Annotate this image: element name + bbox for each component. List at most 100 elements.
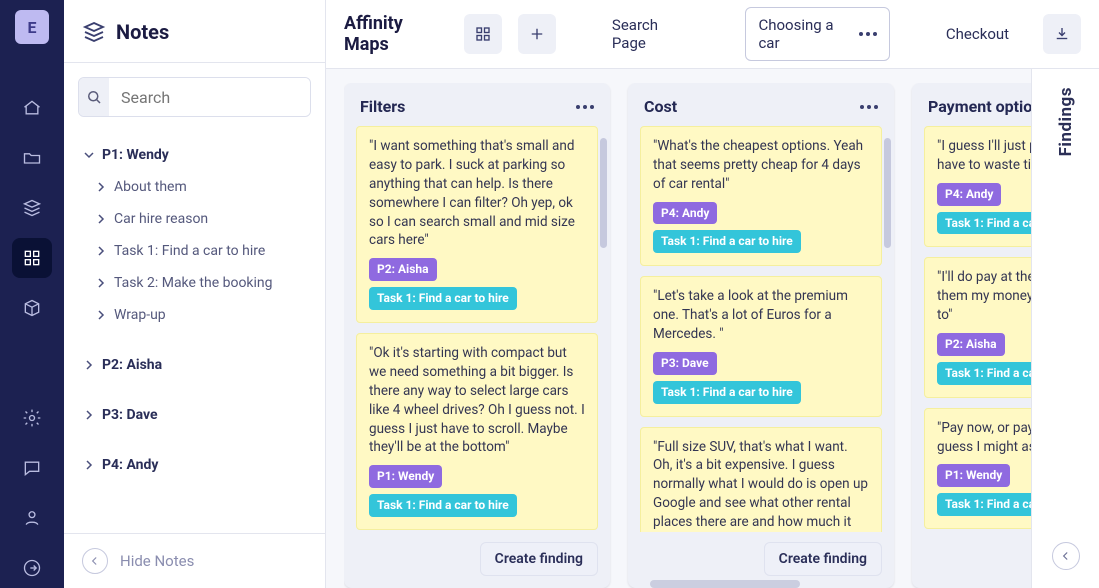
layers-icon [82,20,106,44]
column-menu-button[interactable] [860,105,878,109]
topbar: Affinity Maps Search Page Choosing a car… [326,0,1099,69]
horizontal-scrollbar[interactable] [326,580,1099,588]
chat-icon [22,458,42,478]
nav-chat[interactable] [12,448,52,488]
tree-label: Car hire reason [114,211,208,227]
tree-participant-p1[interactable]: P1: Wendy [78,139,311,171]
note-card[interactable]: "Let's take a look at the premium one. T… [640,276,882,416]
create-finding-button[interactable]: Create finding [480,542,598,576]
map-tab-label: Choosing a car [758,16,848,52]
notes-search [78,77,311,117]
note-text: "Full size SUV, that's what I want. Oh, … [653,438,869,532]
note-card[interactable]: "Full size SUV, that's what I want. Oh, … [640,427,882,532]
column-cost: Cost "What's the cheapest options. Yeah … [628,83,894,588]
more-icon[interactable] [859,32,877,36]
search-icon [85,88,103,106]
tag-task[interactable]: Task 1: Find a car to hire [653,381,801,404]
tag-participant[interactable]: P1: Wendy [369,465,442,488]
nav-stacks[interactable] [12,188,52,228]
nav-folder[interactable] [12,138,52,178]
search-input[interactable] [109,78,311,116]
grid-icon [474,25,492,43]
tree-label: Wrap-up [114,307,166,323]
findings-panel-collapsed[interactable]: Findings [1031,69,1099,588]
main-area: Affinity Maps Search Page Choosing a car… [326,0,1099,588]
note-text: "Let's take a look at the premium one. T… [653,287,869,344]
column-title: Cost [644,97,677,116]
export-button[interactable] [1043,14,1081,54]
note-card[interactable]: "Ok it's starting with compact but we ne… [356,333,598,530]
tag-participant[interactable]: P1: Wendy [937,464,1010,487]
tree-item-reason[interactable]: Car hire reason [78,203,311,235]
workspace-avatar[interactable]: E [15,10,49,44]
hide-notes-label: Hide Notes [120,552,194,570]
chevron-right-icon [84,360,94,370]
chevron-right-icon [96,246,106,256]
tag-participant[interactable]: P4: Andy [653,202,717,225]
create-finding-button[interactable]: Create finding [764,542,882,576]
tree-label: Task 1: Find a car to hire [114,243,265,259]
collapse-icon [82,548,108,574]
nav-home[interactable] [12,88,52,128]
tree-label: P4: Andy [102,457,158,473]
chevron-left-icon [1059,549,1073,563]
chevron-right-icon [96,182,106,192]
folder-icon [22,148,42,168]
nav-cube[interactable] [12,288,52,328]
tree-participant-p2[interactable]: P2: Aisha [78,349,311,381]
tag-task[interactable]: Task 1: Find a car to hire [369,494,517,517]
tree-item-wrapup[interactable]: Wrap-up [78,299,311,331]
tag-participant[interactable]: P4: Andy [937,183,1001,206]
view-grid-button[interactable] [464,14,502,54]
nav-user[interactable] [12,498,52,538]
tree-participant-p4[interactable]: P4: Andy [78,449,311,481]
gear-icon [22,408,42,428]
note-text: "What's the cheapest options. Yeah that … [653,137,869,194]
tree-item-task1[interactable]: Task 1: Find a car to hire [78,235,311,267]
expand-findings-button[interactable] [1052,542,1080,570]
map-tab-search-page[interactable]: Search Page [610,8,692,60]
board: Filters "I want something that's small a… [326,69,1099,588]
note-card[interactable]: "I want something that's small and easy … [356,126,598,323]
tag-participant[interactable]: P2: Aisha [937,333,1005,356]
tree-item-task2[interactable]: Task 2: Make the booking [78,267,311,299]
chevron-right-icon [96,278,106,288]
search-button[interactable] [79,78,109,116]
grid-icon [22,248,42,268]
tag-task[interactable]: Task 1: Find a car to hire [653,230,801,253]
tree-label: Task 2: Make the booking [114,275,273,291]
tree-label: P1: Wendy [102,147,169,163]
column-filters: Filters "I want something that's small a… [344,83,610,588]
user-icon [22,508,42,528]
note-text: "I want something that's small and easy … [369,137,585,250]
column-title: Filters [360,97,405,116]
cube-icon [22,298,42,318]
tag-task[interactable]: Task 1: Find a car to hire [369,287,517,310]
app-rail: E [0,0,64,588]
nav-settings[interactable] [12,398,52,438]
chevron-right-icon [84,410,94,420]
column-menu-button[interactable] [576,105,594,109]
chevron-right-icon [96,310,106,320]
nav-affinity-maps[interactable] [12,238,52,278]
hide-notes-button[interactable]: Hide Notes [64,533,325,588]
tag-participant[interactable]: P2: Aisha [369,258,437,281]
tree-label: P2: Aisha [102,357,162,373]
notes-title: Notes [116,20,169,44]
note-card[interactable]: "What's the cheapest options. Yeah that … [640,126,882,266]
add-map-button[interactable] [518,14,556,54]
tree-item-about[interactable]: About them [78,171,311,203]
tree-participant-p3[interactable]: P3: Dave [78,399,311,431]
plus-icon [528,25,546,43]
download-icon [1053,25,1071,43]
nav-exit[interactable] [12,548,52,588]
tree-label: About them [114,179,187,195]
tag-participant[interactable]: P3: Dave [653,352,717,375]
chevron-down-icon [84,150,94,160]
notes-tree: P1: Wendy About them Car hire reason Tas… [78,139,311,481]
map-tab-choosing-car[interactable]: Choosing a car [745,7,889,61]
note-text: "Ok it's starting with compact but we ne… [369,344,585,457]
notes-panel: Notes P1: Wendy About them [64,0,326,588]
map-tab-checkout[interactable]: Checkout [944,17,1011,51]
chevron-right-icon [96,214,106,224]
